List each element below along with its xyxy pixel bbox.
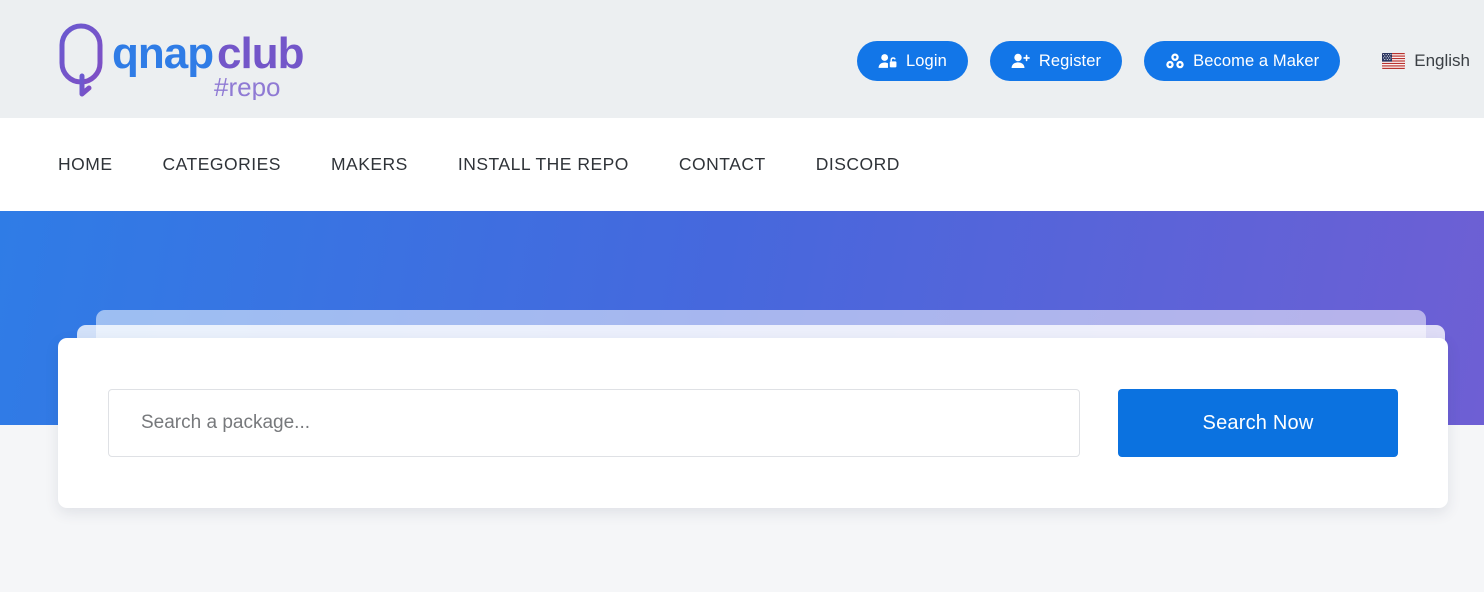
auth-button-group: Login Register Become a Maker English	[856, 41, 1470, 81]
nav-item-home[interactable]: HOME	[58, 154, 113, 175]
top-header-bar: qnap club #repo Login Register Become a …	[0, 0, 1484, 118]
login-button[interactable]: Login	[856, 41, 968, 81]
svg-text:qnap: qnap	[112, 29, 213, 78]
user-plus-icon	[1011, 53, 1030, 70]
us-flag-icon	[1382, 53, 1406, 69]
nav-list: HOME CATEGORIES MAKERS INSTALL THE REPO …	[58, 118, 900, 211]
site-logo[interactable]: qnap club #repo	[58, 18, 318, 100]
search-card: Search Now	[58, 338, 1448, 508]
search-input[interactable]	[108, 389, 1080, 457]
user-lock-icon	[878, 53, 897, 70]
nav-item-discord[interactable]: DISCORD	[816, 154, 900, 175]
nav-item-contact[interactable]: CONTACT	[679, 154, 766, 175]
cubes-icon	[1165, 53, 1184, 70]
qnapclub-logo-graphic: qnap club #repo	[59, 23, 305, 100]
main-navigation-bar: HOME CATEGORIES MAKERS INSTALL THE REPO …	[0, 118, 1484, 211]
svg-text:club: club	[217, 29, 304, 78]
nav-item-makers[interactable]: MAKERS	[331, 154, 408, 175]
page-root: qnap club #repo Login Register Become a …	[0, 0, 1484, 592]
search-now-button[interactable]: Search Now	[1118, 389, 1398, 457]
register-button[interactable]: Register	[989, 41, 1123, 81]
become-a-maker-button[interactable]: Become a Maker	[1144, 41, 1341, 81]
language-label: English	[1414, 51, 1470, 70]
svg-text:#repo: #repo	[214, 72, 281, 100]
register-button-label: Register	[1038, 51, 1102, 70]
login-button-label: Login	[905, 51, 947, 70]
language-selector[interactable]: English	[1382, 51, 1470, 71]
nav-item-install-the-repo[interactable]: INSTALL THE REPO	[458, 154, 629, 175]
search-card-stack: Search Now	[0, 305, 1484, 515]
nav-item-categories[interactable]: CATEGORIES	[163, 154, 281, 175]
become-a-maker-button-label: Become a Maker	[1193, 51, 1320, 70]
